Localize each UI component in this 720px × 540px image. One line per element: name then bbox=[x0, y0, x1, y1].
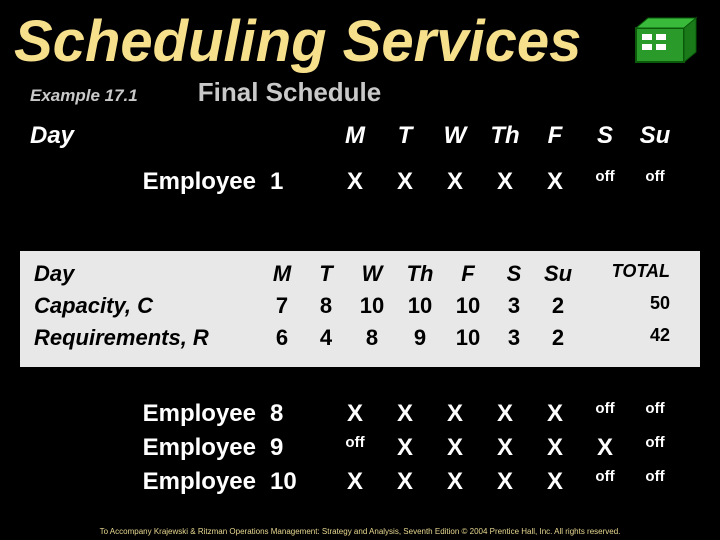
cell-m: X bbox=[330, 400, 380, 428]
req-f: 10 bbox=[444, 325, 492, 351]
cell-w: X bbox=[430, 434, 480, 462]
ov-col-th: Th bbox=[396, 261, 444, 287]
col-t: T bbox=[380, 122, 430, 150]
employee-label: Employee bbox=[30, 400, 270, 428]
section-title: Final Schedule bbox=[198, 77, 382, 108]
cap-m: 7 bbox=[260, 293, 304, 319]
cell-f: X bbox=[530, 400, 580, 428]
cell-th: X bbox=[480, 168, 530, 196]
cap-t: 8 bbox=[304, 293, 348, 319]
cell-su: off bbox=[630, 434, 680, 462]
capacity-overlay: Day M T W Th F S Su TOTAL Capacity, C 7 … bbox=[20, 251, 700, 367]
footer-copyright: To Accompany Krajewski & Ritzman Operati… bbox=[0, 527, 720, 536]
overlay-day-label: Day bbox=[34, 261, 260, 287]
employee-8-row: Employee 8 X X X X X off off bbox=[30, 400, 690, 428]
cell-w: X bbox=[430, 168, 480, 196]
cell-s: off bbox=[580, 400, 630, 428]
employee-number: 8 bbox=[270, 400, 330, 428]
subtitle-row: Example 17.1 Final Schedule bbox=[0, 77, 720, 108]
ov-col-m: M bbox=[260, 261, 304, 287]
cap-w: 10 bbox=[348, 293, 396, 319]
cap-s: 3 bbox=[492, 293, 536, 319]
employee-10-row: Employee 10 X X X X X off off bbox=[30, 468, 690, 496]
col-th: Th bbox=[480, 122, 530, 150]
cell-th: X bbox=[480, 434, 530, 462]
cell-w: X bbox=[430, 400, 480, 428]
cell-th: X bbox=[480, 400, 530, 428]
employee-9-row: Employee 9 off X X X X X off bbox=[30, 434, 690, 462]
ov-col-t: T bbox=[304, 261, 348, 287]
cap-f: 10 bbox=[444, 293, 492, 319]
capacity-label: Capacity, C bbox=[34, 293, 260, 319]
employee-label: Employee bbox=[30, 434, 270, 462]
cell-m: X bbox=[330, 168, 380, 196]
cell-m: off bbox=[330, 434, 380, 462]
example-label: Example 17.1 bbox=[30, 86, 138, 106]
employee-number: 9 bbox=[270, 434, 330, 462]
cell-f: X bbox=[530, 168, 580, 196]
cell-th: X bbox=[480, 468, 530, 496]
ov-col-su: Su bbox=[536, 261, 580, 287]
requirements-label: Requirements, R bbox=[34, 325, 260, 351]
day-header-row: Day M T W Th F S Su bbox=[0, 108, 720, 150]
req-s: 3 bbox=[492, 325, 536, 351]
req-th: 9 bbox=[396, 325, 444, 351]
cell-t: X bbox=[380, 468, 430, 496]
total-label: TOTAL bbox=[580, 261, 670, 287]
bottom-employee-rows: Employee 8 X X X X X off off Employee 9 … bbox=[30, 400, 690, 502]
col-su: Su bbox=[630, 122, 680, 150]
calculator-box-icon bbox=[634, 14, 698, 66]
req-t: 4 bbox=[304, 325, 348, 351]
employee-label: Employee bbox=[30, 468, 270, 496]
cell-s: off bbox=[580, 468, 630, 496]
req-su: 2 bbox=[536, 325, 580, 351]
ov-col-f: F bbox=[444, 261, 492, 287]
cell-s: X bbox=[580, 434, 630, 462]
ov-col-w: W bbox=[348, 261, 396, 287]
req-total: 42 bbox=[580, 325, 670, 351]
employee-label: Employee bbox=[30, 168, 270, 196]
col-w: W bbox=[430, 122, 480, 150]
cap-su: 2 bbox=[536, 293, 580, 319]
employee-1-row: Employee 1 X X X X X off off bbox=[0, 150, 720, 196]
cell-su: off bbox=[630, 468, 680, 496]
employee-number: 1 bbox=[270, 168, 330, 196]
cell-t: X bbox=[380, 168, 430, 196]
col-s: S bbox=[580, 122, 630, 150]
cell-f: X bbox=[530, 434, 580, 462]
req-w: 8 bbox=[348, 325, 396, 351]
col-f: F bbox=[530, 122, 580, 150]
cell-f: X bbox=[530, 468, 580, 496]
cap-total: 50 bbox=[580, 293, 670, 319]
cell-su: off bbox=[630, 168, 680, 196]
cell-su: off bbox=[630, 400, 680, 428]
page-title: Scheduling Services bbox=[0, 0, 720, 75]
ov-col-s: S bbox=[492, 261, 536, 287]
cell-s: off bbox=[580, 168, 630, 196]
day-label: Day bbox=[30, 122, 330, 150]
col-m: M bbox=[330, 122, 380, 150]
cell-w: X bbox=[430, 468, 480, 496]
cell-t: X bbox=[380, 434, 430, 462]
employee-number: 10 bbox=[270, 468, 330, 496]
cell-m: X bbox=[330, 468, 380, 496]
cell-t: X bbox=[380, 400, 430, 428]
req-m: 6 bbox=[260, 325, 304, 351]
cap-th: 10 bbox=[396, 293, 444, 319]
